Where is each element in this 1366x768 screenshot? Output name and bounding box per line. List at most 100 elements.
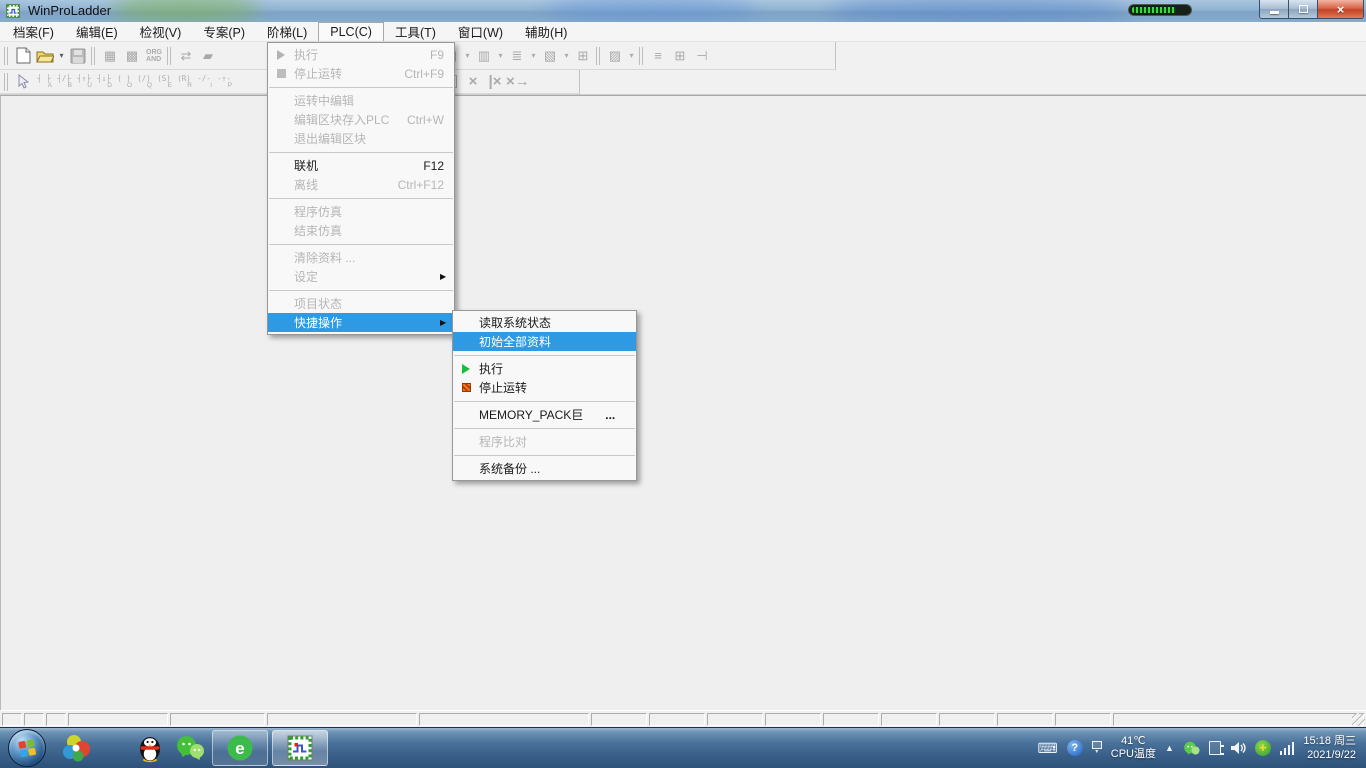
menu-plc[interactable]: PLC(C) [318, 22, 384, 41]
delete-column-icon[interactable]: |× [484, 71, 506, 93]
toolbar-grip[interactable] [4, 73, 8, 91]
coil-not-icon[interactable]: (/)Q [134, 71, 154, 93]
taskbar-clock[interactable]: 15:18 周三 2021/9/22 [1303, 734, 1356, 762]
menu-help[interactable]: 辅助(H) [514, 22, 578, 41]
pulse-icon[interactable]: -↑-P [214, 71, 234, 93]
menu-item-run-quick[interactable]: 执行 [453, 359, 636, 378]
mnemonic-window-icon[interactable]: ▩ [121, 45, 143, 67]
monitor-icon[interactable]: ▧ [539, 45, 561, 67]
inverter-icon[interactable]: -/-I [194, 71, 214, 93]
new-file-icon[interactable] [12, 45, 34, 67]
toolbar-grip[interactable] [91, 47, 95, 65]
menu-item-stop-quick[interactable]: 停止运转 [453, 378, 636, 397]
toolbar-grip[interactable] [4, 47, 8, 65]
wechat-tray-icon[interactable] [1183, 741, 1200, 756]
winproladder-button[interactable] [272, 730, 328, 766]
taskbar: e ⌨ ? ▾ 41℃ CPU温度 ▲ + [0, 727, 1366, 768]
app-icon [6, 4, 20, 22]
zoom-icon[interactable]: ▨ [604, 45, 626, 67]
contact-no-icon[interactable]: ┤ ├A [34, 71, 54, 93]
menu-item-online-edit[interactable]: 运转中编辑 [268, 91, 454, 110]
password-icon[interactable]: ▥ [473, 45, 495, 67]
menu-window[interactable]: 窗口(W) [447, 22, 514, 41]
menu-item-read-system-status[interactable]: 读取系统状态 [453, 313, 636, 332]
title-bar: WinProLadder × [0, 0, 1366, 22]
user-dropdown-icon[interactable] [462, 51, 473, 60]
menu-separator [454, 455, 635, 456]
qq-icon[interactable] [130, 728, 170, 768]
menu-item-quick-operations[interactable]: 快捷操作 [268, 313, 454, 332]
delete-element-icon[interactable]: × [462, 71, 484, 93]
wechat-icon[interactable] [170, 728, 210, 768]
svg-text:e: e [235, 739, 244, 758]
org-and-icon[interactable]: ORGAND [143, 45, 165, 67]
select-cursor-icon[interactable] [12, 71, 34, 93]
volume-icon[interactable] [1230, 741, 1246, 755]
menu-item-disconnect[interactable]: 离线 Ctrl+F12 [268, 175, 454, 194]
toolbar-grip[interactable] [596, 47, 600, 65]
menu-item-save-block-to-plc[interactable]: 编辑区块存入PLC Ctrl+W [268, 110, 454, 129]
menu-item-memory-pack[interactable]: MEMORY_PACK巨 ... [453, 405, 636, 424]
menu-project[interactable]: 专案(P) [192, 22, 256, 41]
minimize-button[interactable] [1259, 0, 1289, 19]
menu-edit[interactable]: 编辑(E) [65, 22, 129, 41]
open-dropdown-icon[interactable] [56, 51, 67, 60]
menu-item-connect[interactable]: 联机 F12 [268, 156, 454, 175]
menu-item-run[interactable]: 执行 F9 [268, 45, 454, 64]
transfer-icon[interactable]: ⇄ [175, 45, 197, 67]
window-restore-icon[interactable]: ▾ [1092, 741, 1102, 755]
cpu-temperature[interactable]: 41℃ CPU温度 [1111, 735, 1156, 761]
coil-reset-icon[interactable]: (R)R [174, 71, 194, 93]
status-panel [419, 713, 589, 726]
coil-set-icon[interactable]: (S)E [154, 71, 174, 93]
query-grid-icon[interactable]: ⊞ [669, 45, 691, 67]
open-file-icon[interactable] [34, 45, 56, 67]
register-list-icon[interactable]: ≣ [506, 45, 528, 67]
query-list-icon[interactable]: ≡ [647, 45, 669, 67]
menu-item-exit-edit-block[interactable]: 退出编辑区块 [268, 129, 454, 148]
360-safety-icon[interactable]: + [1255, 740, 1271, 756]
menu-item-project-status[interactable]: 项目状态 [268, 294, 454, 313]
360-browser-button[interactable]: e [212, 730, 268, 766]
help-icon[interactable]: ? [1067, 740, 1083, 756]
close-button[interactable]: × [1318, 0, 1364, 19]
menu-file[interactable]: 档案(F) [2, 22, 65, 41]
menu-item-end-simulation[interactable]: 结束仿真 [268, 221, 454, 240]
password-dropdown-icon[interactable] [495, 51, 506, 60]
ladder-window-icon[interactable]: ▦ [99, 45, 121, 67]
keyboard-icon[interactable]: ⌨ [1038, 740, 1058, 757]
delete-row-icon[interactable]: ×→ [506, 71, 530, 93]
contact-nc-icon[interactable]: ┤/├B [54, 71, 74, 93]
menu-item-simulation[interactable]: 程序仿真 [268, 202, 454, 221]
save-icon[interactable] [67, 45, 89, 67]
menu-item-stop[interactable]: 停止运转 Ctrl+F9 [268, 64, 454, 83]
contact-falling-icon[interactable]: ┤↓├D [94, 71, 114, 93]
memory-chip-icon[interactable]: ▰ [197, 45, 219, 67]
contact-rising-icon[interactable]: ┤↑├U [74, 71, 94, 93]
sogou-icon[interactable] [56, 728, 96, 768]
calendar-icon[interactable]: ⊞ [572, 45, 594, 67]
clipboard-plug-icon[interactable] [1209, 741, 1221, 755]
menu-item-system-backup[interactable]: 系统备份 ... [453, 459, 636, 478]
resize-grip-icon[interactable] [1352, 713, 1365, 726]
menu-separator [454, 355, 635, 356]
zoom-dropdown-icon[interactable] [626, 51, 637, 60]
show-hidden-icons-icon[interactable]: ▲ [1165, 743, 1174, 753]
maximize-button[interactable] [1289, 0, 1318, 19]
toolbar-grip[interactable] [639, 47, 643, 65]
register-list-dropdown-icon[interactable] [528, 51, 539, 60]
coil-out-icon[interactable]: ( )O [114, 71, 134, 93]
menu-item-setting[interactable]: 设定 [268, 267, 454, 286]
menu-ladder[interactable]: 阶梯(L) [256, 22, 318, 41]
menu-tools[interactable]: 工具(T) [384, 22, 447, 41]
menu-item-clear-data[interactable]: 清除资料 ... [268, 248, 454, 267]
monitor-dropdown-icon[interactable] [561, 51, 572, 60]
start-button[interactable] [8, 729, 46, 767]
menu-item-initialize-all-data[interactable]: 初始全部资料 [453, 332, 636, 351]
menu-item-program-compare[interactable]: 程序比对 [453, 432, 636, 451]
toolbar-grip[interactable] [167, 47, 171, 65]
status-panel [1055, 713, 1111, 726]
menu-view[interactable]: 检视(V) [129, 22, 193, 41]
query-contact-icon[interactable]: ⊣ [691, 45, 713, 67]
network-signal-icon[interactable] [1280, 741, 1295, 755]
